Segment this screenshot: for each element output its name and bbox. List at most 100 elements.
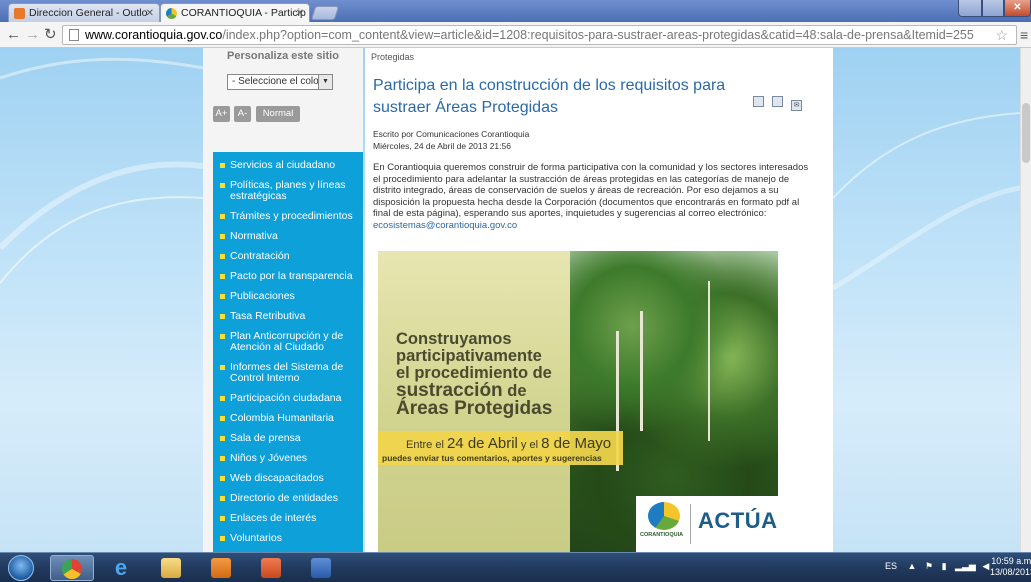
- menu-item[interactable]: Publicaciones: [213, 291, 363, 302]
- menu-item[interactable]: Pacto por la transparencia: [213, 271, 363, 282]
- end-date: 8 de Mayo: [541, 435, 612, 452]
- flag-icon[interactable]: ⚑: [925, 561, 933, 571]
- volume-icon[interactable]: ◀: [982, 561, 989, 571]
- url-host: www.corantioquia.gov.co: [85, 28, 223, 42]
- menu-item[interactable]: Participación ciudadana: [213, 393, 363, 404]
- new-tab-button[interactable]: [310, 6, 340, 20]
- forward-arrow-icon[interactable]: →: [25, 26, 40, 43]
- author: Escrito por Comunicaciones Corantioquia: [373, 129, 530, 139]
- article-content: Protegidas Participa en la construcción …: [365, 48, 833, 552]
- bullet-icon: [220, 294, 225, 299]
- left-column: Personaliza este sitio - Seleccione el c…: [203, 48, 363, 552]
- minimize-button[interactable]: [958, 0, 982, 17]
- tray-expand-icon[interactable]: ▲: [908, 561, 917, 571]
- taskbar-powerpoint[interactable]: [250, 555, 294, 581]
- menu-item[interactable]: Contratación: [213, 251, 363, 262]
- menu-item[interactable]: Niños y Jóvenes: [213, 453, 363, 464]
- menu-item-label: Normativa: [230, 230, 278, 242]
- tab-outlook[interactable]: Direccion General - Outlo ✕: [8, 3, 160, 22]
- menu-item[interactable]: Web discapacitados: [213, 473, 363, 484]
- menu-item-label: Sala de prensa: [230, 432, 301, 444]
- menu-item[interactable]: Colombia Humanitaria: [213, 413, 363, 424]
- menu-item[interactable]: Enlaces de interés: [213, 513, 363, 524]
- taskbar-explorer[interactable]: [150, 555, 194, 581]
- menu-item-label: Contratación: [230, 250, 290, 262]
- bullet-icon: [220, 496, 225, 501]
- pdf-icon[interactable]: [753, 96, 764, 107]
- close-tab-icon[interactable]: ✕: [146, 4, 154, 22]
- outlook-icon: [14, 8, 25, 19]
- network-icon[interactable]: ▮: [942, 561, 947, 571]
- taskbar-ie[interactable]: e: [100, 555, 144, 581]
- email-icon[interactable]: ✉: [791, 100, 802, 111]
- bullet-icon: [220, 334, 225, 339]
- menu-item[interactable]: Servicios al ciudadano: [213, 160, 363, 171]
- bullet-icon: [220, 314, 225, 319]
- menu-item[interactable]: Plan Anticorrupción y de Atención al Ciu…: [213, 331, 363, 353]
- menu-item-label: Trámites y procedimientos: [230, 210, 353, 222]
- poster-line: participativamente: [396, 347, 542, 365]
- contact-email-link[interactable]: ecosistemas@corantioquia.gov.co: [373, 220, 517, 231]
- reload-icon[interactable]: ↻: [44, 26, 57, 43]
- bullet-icon: [220, 183, 225, 188]
- article-title[interactable]: Participa en la construcción de los requ…: [373, 75, 758, 119]
- word-icon: [311, 558, 331, 578]
- dropdown-arrow-icon[interactable]: ▼: [318, 75, 332, 89]
- bullet-icon: [220, 476, 225, 481]
- signal-icon[interactable]: ▂▃▅: [955, 561, 976, 571]
- publish-date: Miércoles, 24 de Abril de 2013 21:56: [373, 141, 511, 151]
- menu-item[interactable]: Tasa Retributiva: [213, 311, 363, 322]
- color-select-value: - Seleccione el color -: [232, 76, 329, 87]
- tab-corantioquia[interactable]: CORANTIOQUIA - Particip ✕: [160, 3, 310, 22]
- font-decrease-button[interactable]: A-: [234, 106, 251, 122]
- article-body: En Corantioquia queremos construir de fo…: [373, 162, 818, 231]
- chrome-icon: [62, 559, 82, 579]
- close-tab-icon[interactable]: ✕: [296, 4, 304, 22]
- menu-item[interactable]: Normativa: [213, 231, 363, 242]
- chrome-menu-icon[interactable]: ≡: [1020, 27, 1028, 43]
- taskbar-word[interactable]: [300, 555, 344, 581]
- menu-item[interactable]: Trámites y procedimientos: [213, 211, 363, 222]
- dates-text: Entre el: [406, 439, 447, 451]
- start-button[interactable]: [8, 555, 34, 581]
- article-actions: ✉: [753, 94, 810, 112]
- font-normal-button[interactable]: Normal: [256, 106, 300, 122]
- color-select[interactable]: - Seleccione el color - ▼: [227, 74, 333, 90]
- logo-box: CORANTIOQUIA ACTÚA: [636, 496, 778, 552]
- folder-icon: [161, 558, 181, 578]
- menu-item[interactable]: Políticas, planes y líneas estratégicas: [213, 180, 363, 202]
- language-indicator[interactable]: ES: [885, 561, 897, 571]
- article-paragraph: En Corantioquia queremos construir de fo…: [373, 162, 809, 219]
- maximize-button[interactable]: [982, 0, 1004, 17]
- page-icon: [69, 29, 79, 41]
- menu-item-label: Tasa Retributiva: [230, 310, 306, 322]
- font-increase-button[interactable]: A+: [213, 106, 230, 122]
- menu-item[interactable]: Sala de prensa: [213, 433, 363, 444]
- page-scrollbar[interactable]: [1020, 48, 1031, 552]
- menu-item[interactable]: Directorio de entidades: [213, 493, 363, 504]
- taskbar-chrome[interactable]: [50, 555, 94, 581]
- tab-label: Direccion General - Outlo: [29, 7, 148, 19]
- clock[interactable]: 10:59 a.m. 13/08/2013: [990, 556, 1031, 578]
- bullet-icon: [220, 516, 225, 521]
- scrollbar-thumb[interactable]: [1022, 103, 1030, 163]
- back-arrow-icon[interactable]: ←: [6, 26, 21, 43]
- menu-item[interactable]: Voluntarios: [213, 533, 363, 544]
- main-menu: Servicios al ciudadano Políticas, planes…: [213, 152, 363, 552]
- menu-item[interactable]: Informes del Sistema de Control Interno: [213, 362, 363, 384]
- outlook-icon: [211, 558, 231, 578]
- corantioquia-logo-icon: [648, 502, 680, 530]
- tree-trunk: [640, 311, 643, 431]
- bullet-icon: [220, 365, 225, 370]
- tree-trunk: [708, 281, 710, 441]
- address-bar[interactable]: www.corantioquia.gov.co/index.php?option…: [62, 25, 1017, 45]
- personaliza-heading: Personaliza este sitio: [227, 50, 339, 62]
- start-date: 24 de Abril: [446, 435, 518, 452]
- print-icon[interactable]: [772, 96, 783, 107]
- bullet-icon: [220, 163, 225, 168]
- actua-wordmark: ACTÚA: [698, 508, 778, 533]
- close-window-button[interactable]: ✕: [1004, 0, 1031, 17]
- menu-item-label: Voluntarios: [230, 532, 282, 544]
- taskbar-outlook[interactable]: [200, 555, 244, 581]
- bookmark-star-icon[interactable]: ☆: [995, 26, 1008, 44]
